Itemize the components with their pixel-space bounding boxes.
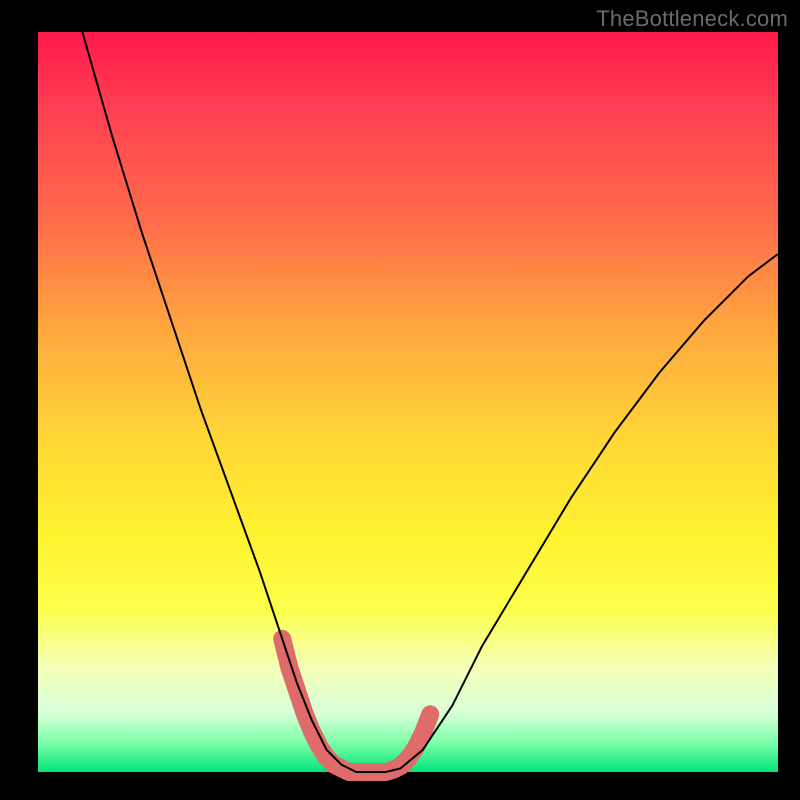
threshold-marker [282, 639, 430, 772]
chart-frame: TheBottleneck.com [0, 0, 800, 800]
main-curve [82, 32, 778, 772]
watermark-text: TheBottleneck.com [596, 6, 788, 32]
curve-layer [38, 32, 778, 772]
plot-area [38, 32, 778, 772]
